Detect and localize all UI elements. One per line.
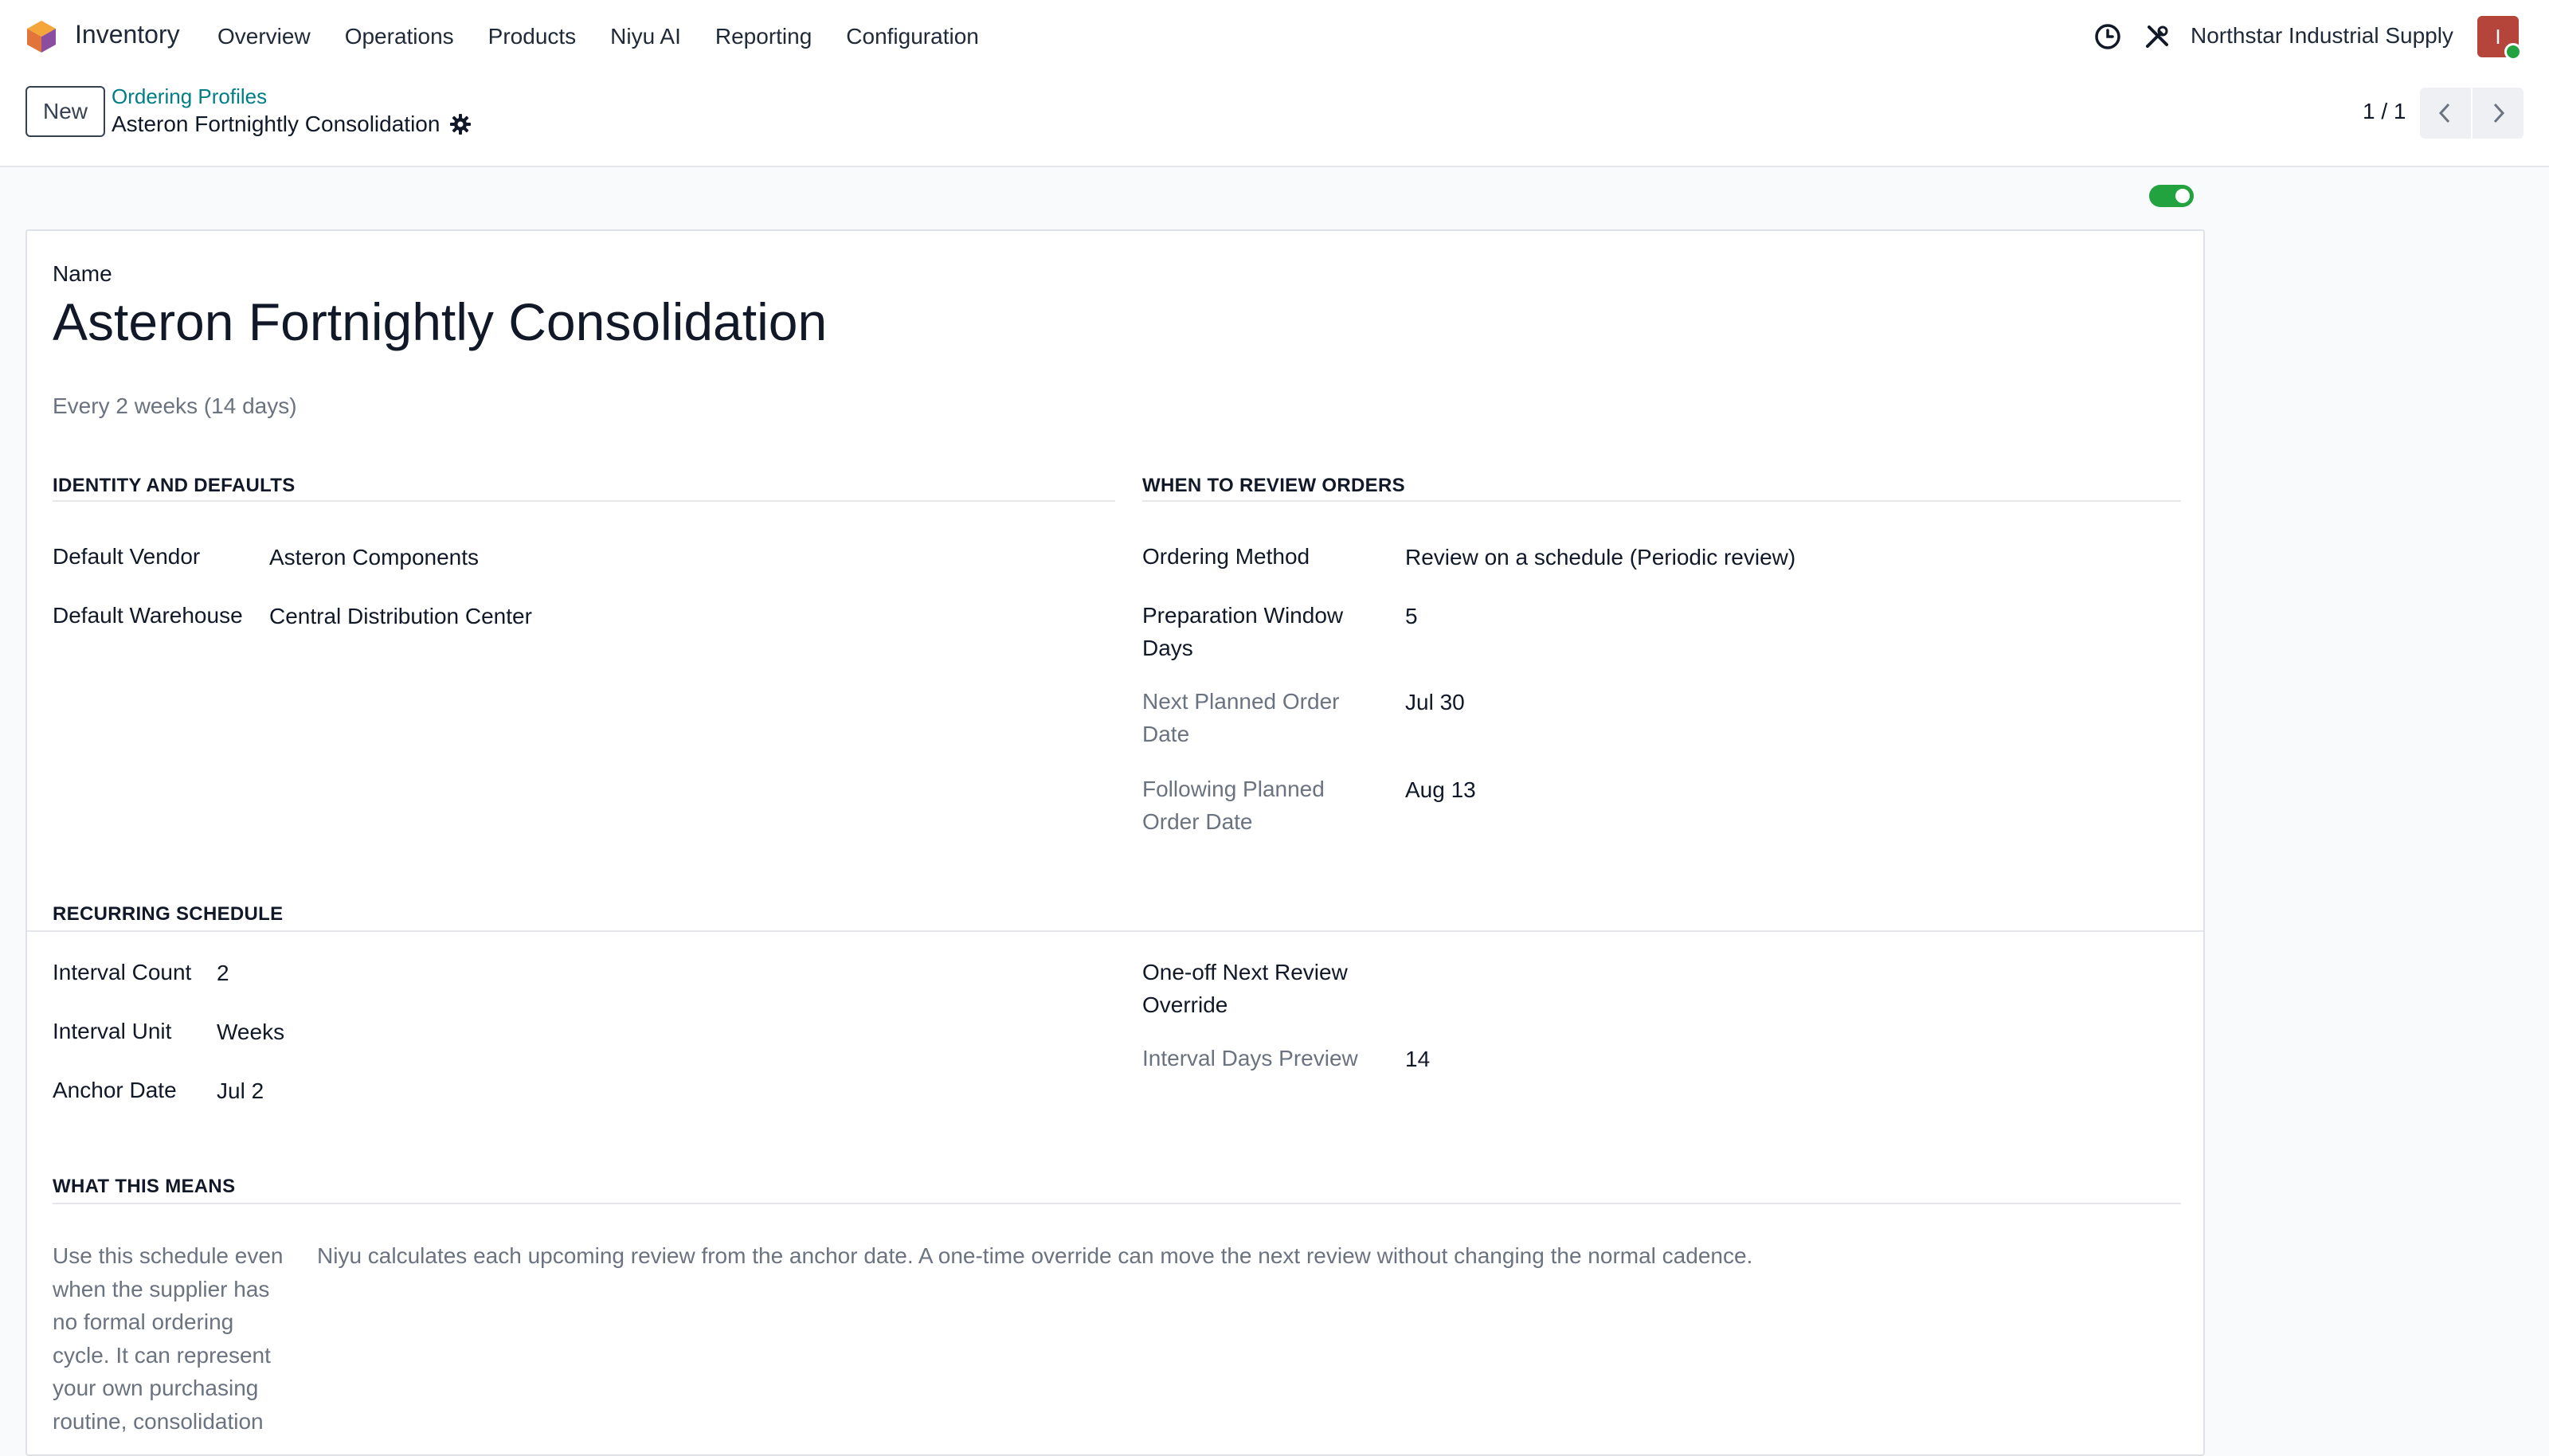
default-vendor-field[interactable]: Asteron Components: [269, 545, 479, 570]
default-vendor-label: Default Vendor: [53, 544, 201, 569]
section-schedule-title: RECURRING SCHEDULE: [53, 903, 284, 925]
interval-count-field[interactable]: 2: [217, 961, 229, 986]
anchor-date-field[interactable]: Jul 2: [217, 1078, 264, 1104]
next-planned-value: Jul 30: [1405, 690, 1465, 714]
clock-icon[interactable]: [2093, 22, 2122, 51]
ordering-method-field[interactable]: Review on a schedule (Periodic review): [1405, 545, 1795, 570]
online-status-indicator: [2504, 43, 2522, 61]
override-label: One-off Next Review Override: [1142, 960, 1348, 1017]
prep-window-label: Preparation Window Days: [1142, 603, 1344, 660]
interval-count-label: Interval Count: [53, 960, 192, 984]
new-button[interactable]: New: [25, 86, 105, 137]
following-planned-value: Aug 13: [1405, 777, 1476, 802]
section-divider: [53, 1203, 2181, 1204]
menu-configuration[interactable]: Configuration: [846, 24, 979, 49]
pager-next-button[interactable]: [2473, 88, 2524, 139]
record-name[interactable]: Asteron Fortnightly Consolidation: [53, 292, 827, 352]
section-identity-title: IDENTITY AND DEFAULTS: [53, 475, 296, 496]
interval-days-value: 14: [1405, 1047, 1431, 1071]
menu-operations[interactable]: Operations: [345, 24, 454, 49]
interval-unit-label: Interval Unit: [53, 1019, 172, 1043]
menu-overview[interactable]: Overview: [217, 24, 311, 49]
interval-unit-field[interactable]: Weeks: [217, 1020, 284, 1045]
name-label: Name: [53, 261, 112, 286]
main-menu: Overview Operations Products Niyu AI Rep…: [217, 24, 1013, 49]
pager-previous-button[interactable]: [2420, 88, 2471, 139]
section-divider: [27, 930, 2203, 932]
menu-niyu-ai[interactable]: Niyu AI: [610, 24, 681, 49]
section-means-title: WHAT THIS MEANS: [53, 1176, 236, 1197]
following-planned-label: Following Planned Order Date: [1142, 777, 1325, 834]
default-warehouse-field[interactable]: Central Distribution Center: [269, 604, 532, 629]
breadcrumb-current-record: Asteron Fortnightly Consolidation: [112, 112, 440, 136]
section-divider: [1142, 500, 2181, 502]
top-navbar: Inventory Overview Operations Products N…: [0, 0, 2549, 73]
app-logo-icon[interactable]: [24, 19, 59, 54]
section-review-title: WHEN TO REVIEW ORDERS: [1142, 475, 1405, 496]
prep-window-field[interactable]: 5: [1405, 604, 1418, 629]
chevron-left-icon: [2438, 103, 2450, 123]
breadcrumb-ordering-profiles[interactable]: Ordering Profiles: [112, 84, 267, 109]
means-right-text: Niyu calculates each upcoming review fro…: [317, 1243, 1753, 1268]
app-name[interactable]: Inventory: [75, 20, 180, 49]
interval-days-label: Interval Days Preview: [1142, 1046, 1358, 1070]
control-panel: New Ordering Profiles Asteron Fortnightl…: [0, 73, 2549, 167]
anchor-date-label: Anchor Date: [53, 1078, 177, 1102]
next-planned-label: Next Planned Order Date: [1142, 689, 1340, 746]
ordering-method-label: Ordering Method: [1142, 544, 1310, 569]
override-date-field[interactable]: [1405, 961, 1883, 989]
toggle-knob: [2175, 189, 2190, 203]
gear-icon[interactable]: [449, 113, 472, 135]
form-sheet: Name Asteron Fortnightly Consolidation E…: [25, 229, 2205, 1456]
means-left-text: Use this schedule even when the supplier…: [53, 1243, 284, 1434]
pager-value[interactable]: 1 / 1: [2363, 99, 2406, 124]
tools-icon[interactable]: [2143, 22, 2171, 51]
company-switcher[interactable]: Northstar Industrial Supply: [2191, 23, 2453, 49]
default-warehouse-label: Default Warehouse: [53, 603, 243, 628]
chevron-right-icon: [2493, 103, 2505, 123]
active-toggle[interactable]: [2149, 185, 2194, 207]
menu-reporting[interactable]: Reporting: [715, 24, 812, 49]
schedule-summary: Every 2 weeks (14 days): [53, 393, 297, 418]
menu-products[interactable]: Products: [488, 24, 577, 49]
section-divider: [53, 500, 1115, 502]
